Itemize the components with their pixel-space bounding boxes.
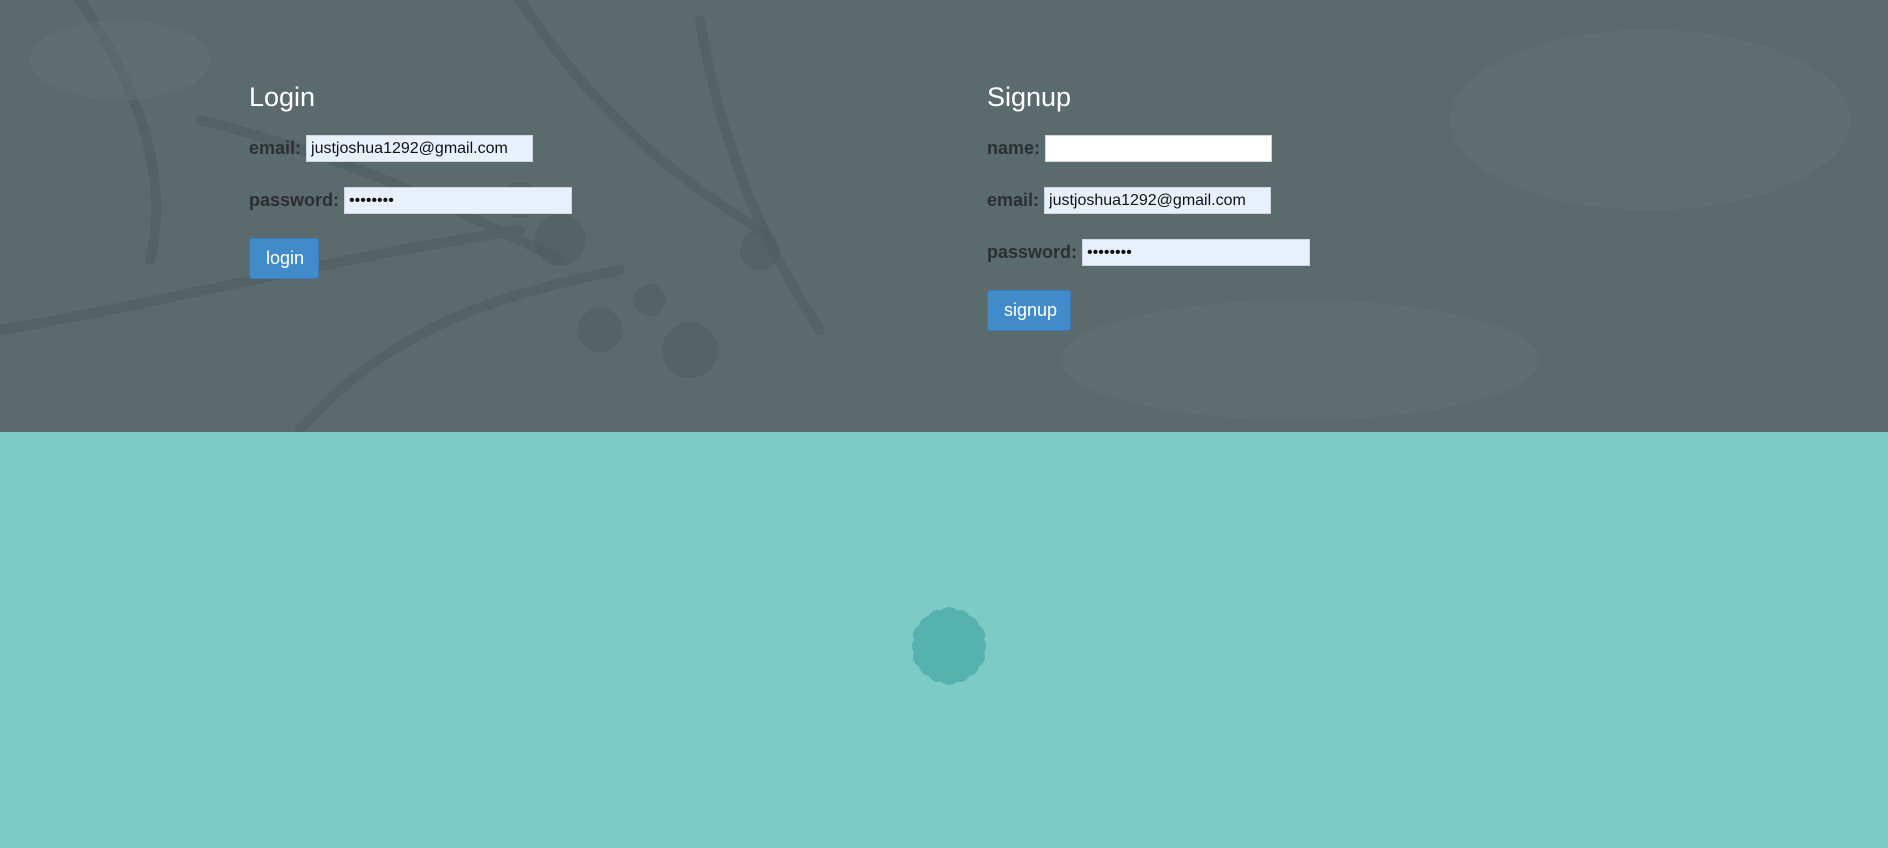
login-password-label: password: xyxy=(249,190,340,210)
signup-name-input[interactable] xyxy=(1045,135,1273,162)
loading-spinner-icon xyxy=(912,607,986,685)
login-password-input[interactable] xyxy=(344,187,573,214)
login-password-row: password: xyxy=(249,187,573,214)
signup-password-input[interactable] xyxy=(1082,239,1311,266)
branch-background-image xyxy=(0,0,1888,432)
signup-password-label: password: xyxy=(987,242,1078,262)
login-email-label: email: xyxy=(249,138,302,158)
signup-email-row: email: xyxy=(987,187,1272,214)
signup-name-label: name: xyxy=(987,138,1041,158)
login-email-input[interactable] xyxy=(306,135,534,162)
login-button[interactable]: login xyxy=(249,238,319,279)
signup-password-row: password: xyxy=(987,239,1311,266)
signup-email-input[interactable] xyxy=(1044,187,1272,214)
signup-button[interactable]: signup xyxy=(987,290,1071,331)
login-email-row: email: xyxy=(249,135,534,162)
signup-email-label: email: xyxy=(987,190,1040,210)
signup-name-row: name: xyxy=(987,135,1273,162)
signup-title: Signup xyxy=(987,82,1072,112)
auth-hero-section: Login email: password: login Signup name… xyxy=(0,0,1888,432)
login-title: Login xyxy=(249,82,316,112)
